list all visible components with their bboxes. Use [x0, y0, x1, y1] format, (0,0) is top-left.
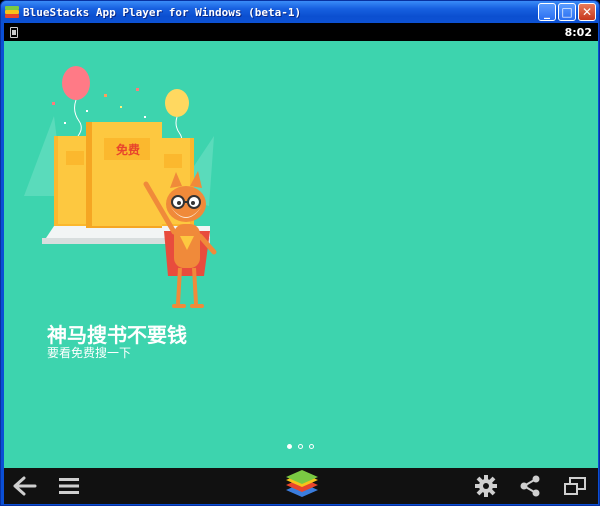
- page-dot-3[interactable]: [309, 444, 314, 449]
- bluestacks-logo-icon[interactable]: [284, 470, 320, 500]
- window-resize-icon[interactable]: [562, 474, 588, 498]
- page-dot-1[interactable]: [287, 444, 292, 449]
- page-dot-2[interactable]: [298, 444, 303, 449]
- back-arrow-icon[interactable]: [12, 474, 38, 498]
- onboarding-subline: 要看免费搜一下: [47, 346, 132, 360]
- share-icon[interactable]: [517, 474, 543, 498]
- menu-icon[interactable]: [56, 474, 82, 498]
- maximize-button[interactable]: □: [558, 3, 576, 21]
- free-badge: 免费: [115, 143, 140, 157]
- bluestacks-app-icon: [5, 5, 19, 19]
- page-indicator: [287, 444, 314, 449]
- settings-gear-icon[interactable]: [473, 474, 499, 498]
- bluestacks-nav-bar: [4, 468, 598, 504]
- android-status-bar: 8:02: [4, 23, 598, 41]
- red-balloon-icon: [62, 66, 90, 137]
- minimize-button[interactable]: _: [538, 3, 556, 21]
- free-books-illustration: [24, 66, 217, 308]
- status-time: 8:02: [564, 25, 592, 39]
- onboarding-screen[interactable]: 免费 神马搜书不要钱 要看免费搜一下: [4, 41, 598, 468]
- title-bar[interactable]: BlueStacks App Player for Windows (beta-…: [1, 1, 599, 23]
- app-window: BlueStacks App Player for Windows (beta-…: [0, 0, 600, 506]
- close-button[interactable]: ✕: [578, 3, 596, 21]
- device-icon: [10, 26, 18, 38]
- window-title: BlueStacks App Player for Windows (beta-…: [23, 5, 302, 19]
